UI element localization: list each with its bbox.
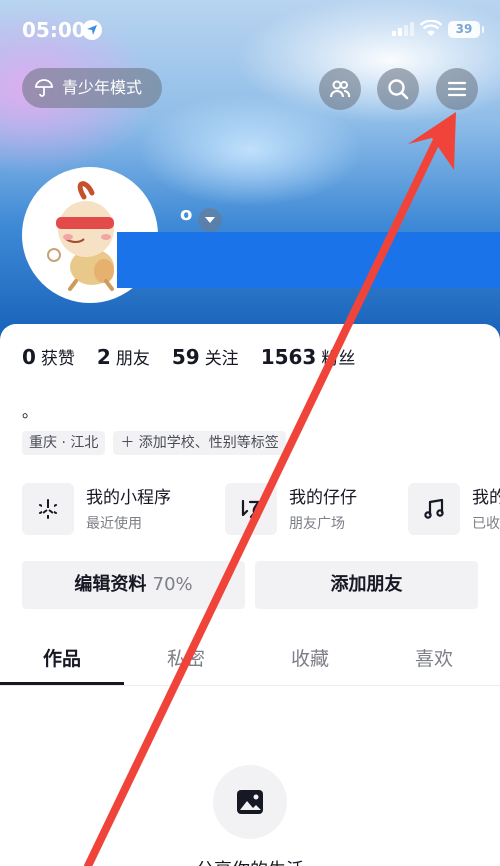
cellular-signal-icon [392, 22, 414, 36]
mini-program-icon [22, 483, 74, 535]
stat-value: 59 [171, 345, 200, 369]
umbrella-icon [35, 79, 53, 97]
shortcut-subtitle: 朋友广场 [289, 516, 345, 532]
profile-tags: 重庆 · 江北 ＋ 添加学校、性别等标签 [22, 431, 294, 455]
stat-label: 关注 [204, 349, 239, 369]
wifi-icon [419, 19, 443, 42]
battery-indicator: 39 [448, 21, 484, 38]
menu-icon [447, 81, 467, 97]
friends-icon [330, 80, 351, 98]
stat-label: 获赞 [40, 349, 75, 369]
profile-bio[interactable]: 。 [22, 398, 38, 422]
shortcut-subtitle: 最近使用 [86, 516, 142, 532]
stat-value: 0 [22, 345, 36, 369]
edit-profile-button[interactable]: 编辑资料 70% [22, 561, 245, 609]
shortcut-mini-programs[interactable]: 我的小程序 最近使用 [22, 481, 212, 537]
shortcut-title: 我的 [472, 488, 500, 508]
image-icon [237, 790, 263, 814]
stat-value: 1563 [260, 345, 317, 369]
add-tags-button[interactable]: ＋ 添加学校、性别等标签 [113, 431, 286, 455]
shortcut-title: 我的小程序 [86, 488, 171, 508]
tab-works[interactable]: 作品 [0, 644, 124, 671]
zaizai-icon [225, 483, 277, 535]
stat-value: 2 [96, 345, 111, 369]
tab-likes[interactable]: 喜欢 [372, 644, 496, 671]
teen-mode-label: 青少年模式 [62, 78, 143, 97]
profile-name: o [180, 204, 193, 225]
location-arrow-icon [82, 20, 102, 40]
stat-likes[interactable]: 0 获赞 [22, 344, 75, 369]
search-button[interactable] [377, 68, 419, 110]
add-friend-label: 添加朋友 [330, 574, 403, 595]
tab-private[interactable]: 私密 [124, 644, 248, 671]
shortcut-row: 我的小程序 最近使用 我的仔仔 朋友广场 我的 已收 [22, 481, 500, 537]
active-tab-indicator [0, 682, 124, 685]
profile-stats: 0 获赞 2 朋友 59 关注 1563 粉丝 [22, 344, 377, 374]
stat-label: 粉丝 [321, 349, 356, 369]
search-icon [388, 79, 409, 100]
status-bar: 05:00 39 [0, 0, 500, 60]
empty-state-text: 分享你的生活 [0, 856, 500, 866]
menu-button[interactable] [436, 68, 478, 110]
shortcut-music[interactable]: 我的 已收 [408, 481, 500, 537]
stat-friends[interactable]: 2 朋友 [97, 344, 150, 369]
profile-completion-percent: 70% [152, 574, 193, 595]
account-switch-dropdown[interactable] [198, 208, 222, 232]
location-tag[interactable]: 重庆 · 江北 [22, 431, 106, 455]
stat-followers[interactable]: 1563 粉丝 [261, 344, 356, 369]
stat-following[interactable]: 59 关注 [172, 344, 239, 369]
shortcut-title: 我的仔仔 [289, 488, 357, 508]
edit-profile-label: 编辑资料 [74, 574, 147, 595]
music-note-icon [408, 483, 460, 535]
teen-mode-button[interactable]: 青少年模式 [22, 68, 162, 108]
redaction-overlay [117, 232, 500, 288]
friends-button[interactable] [319, 68, 361, 110]
tab-favorites[interactable]: 收藏 [248, 644, 372, 671]
profile-tabs: 作品 私密 收藏 喜欢 [0, 636, 500, 686]
stat-label: 朋友 [115, 349, 150, 369]
status-time: 05:00 [22, 18, 86, 42]
empty-state-image-icon[interactable] [213, 765, 287, 839]
shortcut-subtitle: 已收 [472, 516, 500, 532]
add-friend-button[interactable]: 添加朋友 [255, 561, 478, 609]
shortcut-zaizai[interactable]: 我的仔仔 朋友广场 [225, 481, 405, 537]
